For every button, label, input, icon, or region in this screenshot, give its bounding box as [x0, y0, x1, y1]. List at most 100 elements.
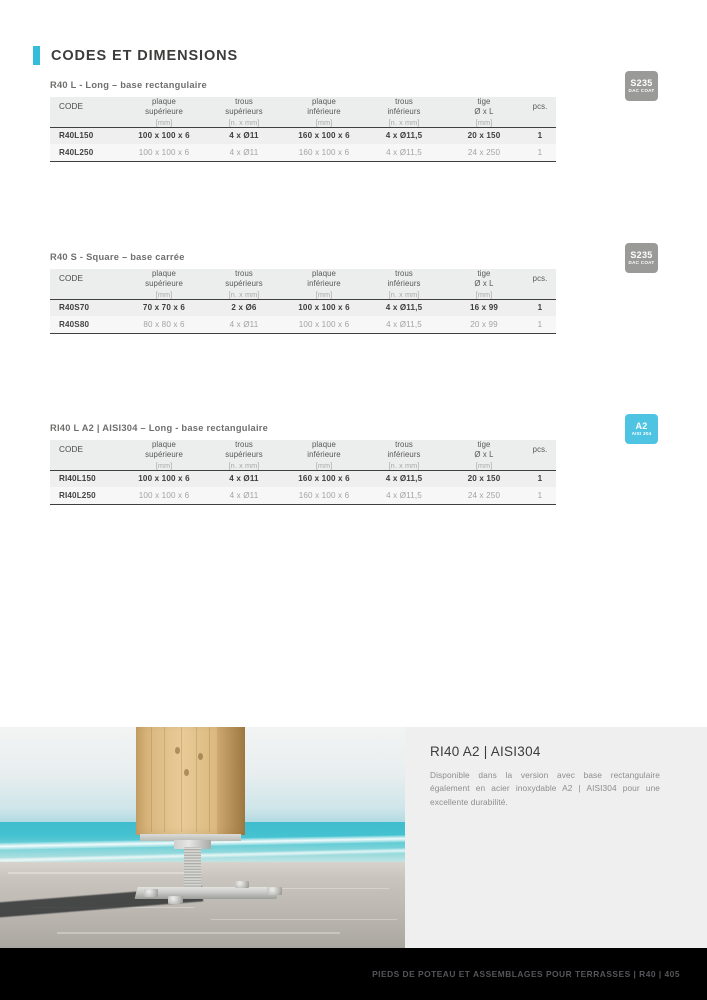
cell-bottom-holes: 4 x Ø11,5 [364, 487, 444, 505]
col-header-top-plate: plaque supérieure [124, 97, 204, 118]
cell-rod: 24 x 250 [444, 144, 524, 162]
cell-rod: 24 x 250 [444, 487, 524, 505]
spec-block: R40 S - Square – base carrée CODE plaque su… [50, 252, 556, 334]
spec-block: RI40 L A2 | AISI304 – Long - base rectan… [50, 423, 556, 505]
cell-bottom-holes: 4 x Ø11,5 [364, 144, 444, 162]
cell-top-holes: 4 x Ø11 [204, 126, 284, 145]
spec-block-title: R40 S - Square – base carrée [50, 252, 185, 262]
spec-table: CODE plaque supérieure trous supérieurs plaqu… [50, 269, 556, 334]
material-badge-label: AISI 304 [631, 430, 652, 436]
col-header-pcs: pcs. [524, 269, 556, 290]
col-unit-bottom-holes: [n. x mm] [364, 289, 444, 300]
cell-bottom-holes: 4 x Ø11,5 [364, 298, 444, 317]
table-row[interactable]: RI40L250 100 x 100 x 64 x Ø11 160 x 100 x … [50, 487, 556, 505]
cell-rod: 16 x 99 [444, 298, 524, 317]
anchor-bolt [168, 896, 183, 904]
material-badge: A2 AISI 304 [625, 414, 658, 444]
cell-code: R40S80 [50, 316, 124, 334]
col-unit-pcs [524, 460, 556, 471]
table-row[interactable]: R40L250 100 x 100 x 64 x Ø11 160 x 100 x 6… [50, 144, 556, 162]
table-row[interactable]: R40S70 70 x 70 x 62 x Ø6 100 x 100 x 64 x … [50, 298, 556, 317]
col-unit-bottom-plate: [mm] [284, 289, 364, 300]
cell-bottom-plate: 160 x 100 x 6 [284, 487, 364, 505]
spec-table: CODE plaque supérieure trous supérieurs plaqu… [50, 440, 556, 505]
table-row[interactable]: R40L150 100 x 100 x 64 x Ø11 160 x 100 x 6… [50, 126, 556, 145]
col-unit-code [50, 117, 124, 128]
section-header: CODES ET DIMENSIONS [33, 46, 238, 65]
col-unit-rod: [mm] [444, 289, 524, 300]
col-unit-code [50, 289, 124, 300]
cell-code: R40L150 [50, 126, 124, 145]
cell-top-plate: 70 x 70 x 6 [124, 298, 204, 317]
feature-title: RI40 A2 | AISI304 [430, 744, 541, 759]
spec-table: CODE plaque supérieure trous supérieurs plaqu… [50, 97, 556, 162]
page-title: CODES ET DIMENSIONS [51, 47, 239, 64]
col-header-bottom-holes: trous inférieurs [364, 97, 444, 118]
cell-rod: 20 x 150 [444, 126, 524, 145]
col-header-rod: tige Ø x L [444, 440, 524, 461]
anchor-bolt [234, 880, 250, 889]
col-header-bottom-holes: trous inférieurs [364, 269, 444, 290]
cell-top-plate: 100 x 100 x 6 [124, 487, 204, 505]
cell-code: RI40L150 [50, 469, 124, 488]
feature-text-panel: RI40 A2 | AISI304 Disponible dans la ver… [405, 727, 707, 948]
col-unit-bottom-plate: [mm] [284, 117, 364, 128]
material-badge-code: A2 [635, 420, 648, 431]
col-header-top-holes: trous supérieurs [204, 269, 284, 290]
anchor-bolt [267, 887, 282, 895]
col-header-bottom-plate: plaque inférieure [284, 269, 364, 290]
cell-bottom-plate: 160 x 100 x 6 [284, 126, 364, 145]
cell-pcs: 1 [524, 487, 556, 505]
spec-block-title: R40 L - Long – base rectangulaire [50, 80, 207, 90]
material-badge-code: S235 [630, 77, 653, 88]
cell-code: RI40L250 [50, 487, 124, 505]
col-unit-pcs [524, 117, 556, 128]
cell-rod: 20 x 99 [444, 316, 524, 334]
col-header-top-holes: trous supérieurs [204, 97, 284, 118]
spec-block: R40 L - Long – base rectangulaire CODE pla… [50, 80, 556, 162]
col-unit-top-holes: [n. x mm] [204, 460, 284, 471]
material-badge: S235 DAC COAT [625, 243, 658, 273]
col-unit-top-plate: [mm] [124, 289, 204, 300]
feature-description: Disponible dans la version avec base rec… [430, 770, 660, 807]
cell-rod: 20 x 150 [444, 469, 524, 488]
cell-pcs: 1 [524, 144, 556, 162]
table-row[interactable]: R40S80 80 x 80 x 64 x Ø11 100 x 100 x 64 x… [50, 316, 556, 334]
col-unit-code [50, 460, 124, 471]
wooden-post [135, 727, 246, 836]
col-unit-top-holes: [n. x mm] [204, 117, 284, 128]
footer-caption: PIEDS DE POTEAU ET ASSEMBLAGES POUR TERR… [372, 969, 680, 979]
col-unit-top-plate: [mm] [124, 117, 204, 128]
cell-top-plate: 100 x 100 x 6 [124, 126, 204, 145]
col-unit-rod: [mm] [444, 460, 524, 471]
page-footer: PIEDS DE POTEAU ET ASSEMBLAGES POUR TERR… [0, 948, 707, 1000]
cell-top-holes: 4 x Ø11 [204, 487, 284, 505]
col-unit-bottom-holes: [n. x mm] [364, 460, 444, 471]
cell-bottom-plate: 100 x 100 x 6 [284, 316, 364, 334]
threaded-rod [184, 847, 202, 892]
col-header-bottom-plate: plaque inférieure [284, 97, 364, 118]
col-header-rod: tige Ø x L [444, 269, 524, 290]
col-header-code: CODE [50, 269, 124, 290]
col-header-top-holes: trous supérieurs [204, 440, 284, 461]
col-unit-bottom-plate: [mm] [284, 460, 364, 471]
cell-top-holes: 4 x Ø11 [204, 144, 284, 162]
cell-top-plate: 100 x 100 x 6 [124, 144, 204, 162]
cell-top-plate: 80 x 80 x 6 [124, 316, 204, 334]
cell-bottom-holes: 4 x Ø11,5 [364, 316, 444, 334]
catalog-page: CODES ET DIMENSIONS R40 L - Long – base … [0, 0, 707, 1000]
material-badge-label: DAC COAT [628, 87, 655, 93]
material-badge-label: DAC COAT [628, 259, 655, 265]
cell-pcs: 1 [524, 126, 556, 145]
col-header-top-plate: plaque supérieure [124, 269, 204, 290]
col-header-bottom-plate: plaque inférieure [284, 440, 364, 461]
col-unit-rod: [mm] [444, 117, 524, 128]
material-badge: S235 DAC COAT [625, 71, 658, 101]
cell-pcs: 1 [524, 469, 556, 488]
section-accent-marker [33, 46, 40, 65]
table-row[interactable]: RI40L150 100 x 100 x 64 x Ø11 160 x 100 x … [50, 469, 556, 488]
cell-code: R40S70 [50, 298, 124, 317]
col-header-top-plate: plaque supérieure [124, 440, 204, 461]
col-header-code: CODE [50, 440, 124, 461]
cell-code: R40L250 [50, 144, 124, 162]
